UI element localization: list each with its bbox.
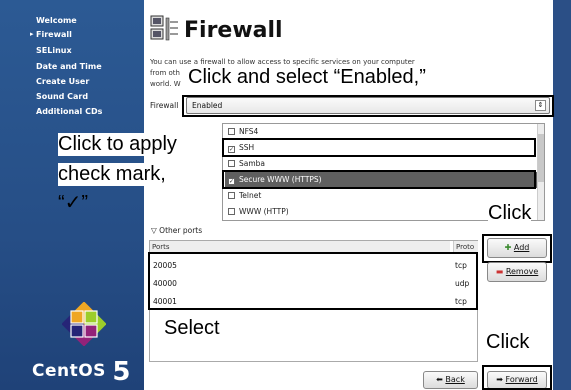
- checkbox-icon[interactable]: [228, 160, 235, 167]
- brand-name: CentOS: [32, 361, 106, 381]
- centos-brand: CentOS 5: [32, 357, 131, 387]
- sidebar-step-create-user: Create User: [36, 77, 90, 86]
- firewall-icon: [150, 15, 178, 41]
- callout-apply-line-3: “✓”: [58, 192, 89, 214]
- expander-arrow-icon: ▽: [151, 226, 157, 235]
- description-line-1: You can use a firewall to allow access t…: [150, 58, 415, 66]
- callout-apply-line-1: Click to apply: [58, 133, 177, 156]
- sidebar-step-additional-cds: Additional CDs: [36, 107, 103, 116]
- sidebar-step-selinux: SELinux: [36, 46, 72, 55]
- highlight-box-firewall: [182, 95, 554, 117]
- sidebar-step-sound-card: Sound Card: [36, 92, 89, 101]
- callout-select-enabled: Click and select “Enabled,”: [186, 66, 428, 89]
- scrollbar-thumb[interactable]: [538, 134, 544, 182]
- callout-click-forward: Click: [486, 331, 530, 354]
- back-button[interactable]: ⬅ Back: [423, 371, 478, 389]
- active-step-arrow-icon: ▸: [30, 30, 34, 38]
- sidebar-step-welcome: Welcome: [36, 16, 77, 25]
- checkbox-icon[interactable]: [228, 192, 235, 199]
- brand-version: 5: [112, 357, 131, 387]
- callout-click-add: Click: [488, 202, 532, 225]
- sidebar-step-firewall: Firewall: [36, 30, 72, 39]
- back-arrow-icon: ⬅: [436, 375, 443, 384]
- firewall-label: Firewall: [150, 101, 179, 110]
- right-edge-panel: [553, 0, 571, 390]
- remove-icon: ▬: [495, 267, 504, 276]
- remove-port-button[interactable]: ▬ Remove: [487, 262, 547, 282]
- page-title: Firewall: [184, 18, 283, 43]
- other-ports-expander[interactable]: ▽ Other ports: [151, 226, 202, 235]
- sidebar-step-date-time: Date and Time: [36, 62, 102, 71]
- description-line-3: world. W: [150, 80, 181, 88]
- highlight-box-ports: [148, 252, 478, 310]
- checkbox-icon[interactable]: [228, 208, 235, 215]
- highlight-box-forward: [482, 365, 552, 390]
- highlight-box-add: [482, 234, 552, 263]
- highlight-box-https: [222, 170, 536, 189]
- centos-logo-icon: [62, 302, 106, 346]
- callout-select-ports: Select: [164, 317, 220, 340]
- checkbox-icon[interactable]: [228, 128, 235, 135]
- description-line-2: from oth: [150, 69, 180, 77]
- highlight-box-ssh: [222, 138, 536, 157]
- callout-apply-line-2: check mark,: [58, 163, 166, 186]
- services-scrollbar[interactable]: [537, 124, 544, 220]
